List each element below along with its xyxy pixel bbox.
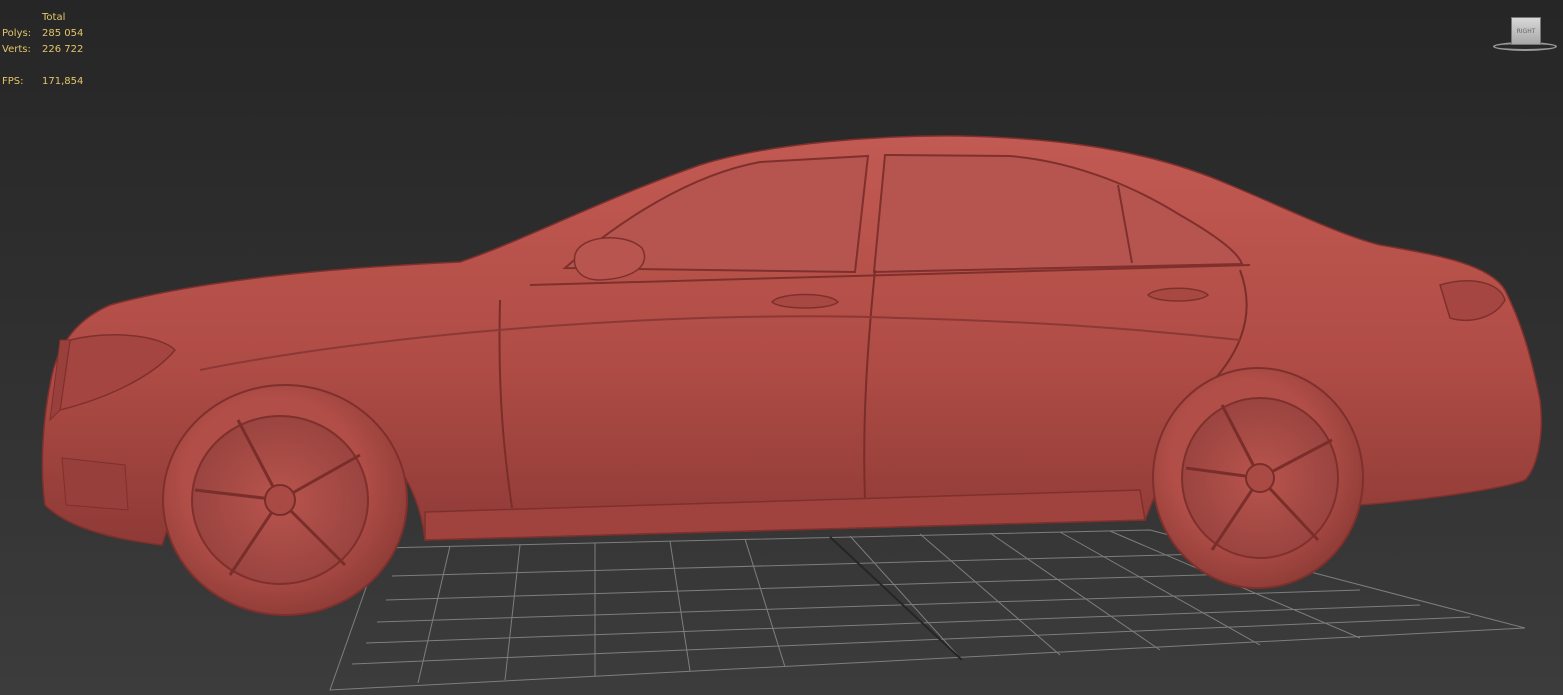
stats-header: Total: [42, 12, 66, 23]
wheel-front[interactable]: [162, 384, 408, 616]
door-handle-rear: [1146, 287, 1210, 302]
ground-grid: [329, 529, 1526, 691]
verts-label: Verts:: [2, 44, 31, 55]
grid-line: [385, 571, 1301, 601]
grid-line: [351, 616, 1471, 665]
grid-line: [365, 604, 1421, 644]
viewport-scene[interactable]: [0, 0, 1563, 695]
polys-value: 285 054: [42, 28, 84, 39]
wheel-rear[interactable]: [1152, 367, 1364, 589]
grid-line: [989, 532, 1161, 651]
grid-line: [376, 589, 1361, 623]
viewcube-navigator[interactable]: RIGHT: [1487, 14, 1563, 60]
grid-line: [744, 538, 786, 668]
grid-line: [417, 545, 451, 684]
verts-value: 226 722: [42, 44, 84, 55]
grid-line: [669, 540, 691, 672]
door-handle-front: [770, 293, 840, 309]
fps-value: 171,854: [42, 76, 84, 87]
grid-border: [329, 529, 1526, 691]
fps-label: FPS:: [2, 76, 24, 87]
hub-cap: [1245, 463, 1275, 493]
3d-viewport[interactable]: Total Polys: 285 054 Verts: 226 722 FPS:…: [0, 0, 1563, 695]
hub-cap: [264, 484, 296, 516]
car-model[interactable]: [41, 135, 1543, 616]
grid-line: [504, 544, 521, 681]
polys-label: Polys:: [2, 28, 32, 39]
fog-light: [61, 457, 129, 511]
viewcube-face[interactable]: RIGHT: [1511, 17, 1541, 45]
grid-line: [849, 535, 963, 661]
